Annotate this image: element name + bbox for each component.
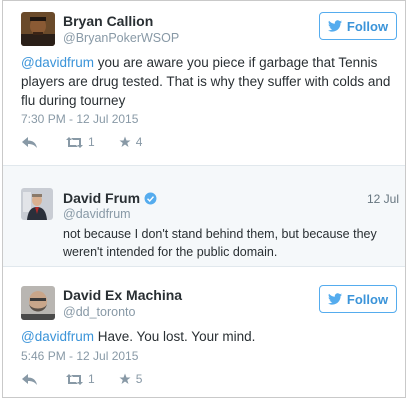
retweet-count: 1 [88,135,95,149]
avatar[interactable] [21,188,53,220]
twitter-bird-icon [327,293,342,305]
star-icon [119,373,131,384]
reply-button[interactable] [22,136,42,148]
tweet-david-frum[interactable]: David Frum @davidfrum 12 Jul not because… [3,166,405,267]
user-handle[interactable]: @davidfrum [63,207,131,221]
tweet-text: @davidfrum Have. You lost. Your mind. [21,327,399,346]
reply-icon [22,373,37,385]
timestamp[interactable]: 5:46 PM - 12 Jul 2015 [21,349,138,363]
user-handle[interactable]: @dd_toronto [63,305,135,319]
tweet-bryan-callion[interactable]: Bryan Callion @BryanPokerWSOP Follow @da… [3,1,405,166]
favorite-button[interactable]: 5 [119,372,143,386]
tweet-david-ex-machina[interactable]: David Ex Machina @dd_toronto Follow @dav… [3,267,405,399]
avatar[interactable] [21,12,55,46]
tweet-text: not because I don't stand behind them, b… [63,227,377,259]
retweet-button[interactable]: 1 [66,372,95,386]
timestamp[interactable]: 7:30 PM - 12 Jul 2015 [21,112,138,126]
mention-link[interactable]: @davidfrum [21,329,94,344]
star-icon [119,136,131,147]
verified-badge-icon [144,192,157,205]
tweet-text: @davidfrum you are aware you piece if ga… [21,53,399,110]
reply-button[interactable] [22,373,42,385]
follow-label: Follow [346,291,389,307]
retweet-icon [66,373,83,385]
reply-icon [22,136,37,148]
follow-button[interactable]: Follow [319,12,397,40]
retweet-icon [66,136,83,148]
tweet-actions: 1 5 [22,372,166,386]
mention-link[interactable]: @davidfrum [21,55,94,70]
tweet-date[interactable]: 12 Jul [367,192,399,206]
display-name[interactable]: David Frum [63,190,157,206]
tweet-text-content: Have. You lost. Your mind. [93,329,256,344]
retweet-count: 1 [88,372,95,386]
user-handle[interactable]: @BryanPokerWSOP [63,31,179,45]
tweet-thread: Bryan Callion @BryanPokerWSOP Follow @da… [2,0,406,398]
tweet-actions: 1 4 [22,135,166,149]
favorite-count: 4 [135,135,143,149]
follow-button[interactable]: Follow [319,285,397,313]
favorite-button[interactable]: 4 [119,135,143,149]
display-name-text: David Frum [63,190,141,206]
follow-label: Follow [346,18,389,34]
twitter-bird-icon [327,20,342,32]
display-name[interactable]: David Ex Machina [63,287,182,303]
display-name[interactable]: Bryan Callion [63,13,153,29]
retweet-button[interactable]: 1 [66,135,95,149]
favorite-count: 5 [135,372,143,386]
avatar[interactable] [21,286,55,320]
